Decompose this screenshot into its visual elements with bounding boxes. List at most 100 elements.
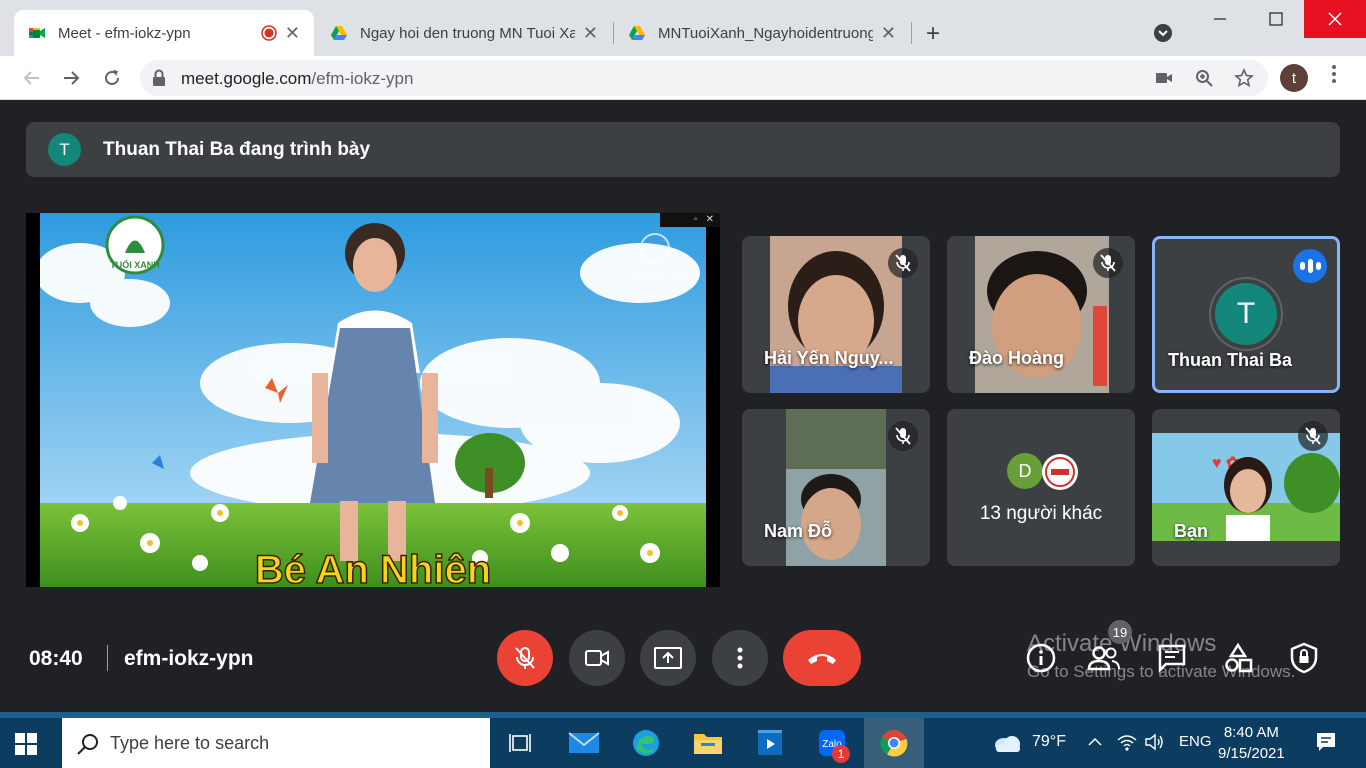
meeting-code: efm-iokz-ypn: [124, 647, 254, 670]
others-tile[interactable]: D 13 người khác: [947, 409, 1135, 566]
lock-icon[interactable]: [152, 69, 166, 87]
minimize-icon: [1214, 18, 1226, 20]
search-placeholder: Type here to search: [110, 733, 270, 753]
weather-temperature[interactable]: 79°F: [1032, 733, 1066, 751]
taskbar-clock[interactable]: 8:40 AM 9/15/2021: [1218, 722, 1285, 764]
chat-button[interactable]: [1155, 641, 1189, 675]
host-controls-button[interactable]: [1287, 641, 1321, 675]
zalo-app-button[interactable]: Zalo 1: [814, 725, 850, 763]
mic-off-icon: [1100, 254, 1116, 272]
chrome-app-button[interactable]: [864, 718, 924, 768]
mail-app-button[interactable]: [566, 725, 602, 761]
participant-tile[interactable]: Hải Yến Nguy...: [742, 236, 930, 393]
close-tab-icon[interactable]: ✕: [881, 23, 896, 44]
video-camera-icon: [585, 650, 609, 666]
close-tab-icon[interactable]: ✕: [583, 23, 598, 44]
present-button[interactable]: [640, 630, 696, 686]
participant-name: Hải Yến Nguy...: [764, 348, 894, 368]
participant-name: Bạn: [1174, 521, 1209, 541]
logo-text: TUỔI XANH: [110, 259, 160, 270]
address-bar[interactable]: meet.google.com/efm-iokz-ypn: [140, 60, 1268, 96]
task-view-icon: [509, 734, 531, 752]
more-options-button[interactable]: [712, 630, 768, 686]
tab-meet[interactable]: Meet - efm-iokz-ypn ✕: [14, 10, 314, 56]
reload-button[interactable]: [98, 64, 126, 92]
close-window-button[interactable]: [1304, 0, 1366, 38]
camera-permission-button[interactable]: [1154, 68, 1174, 88]
shapes-icon: [1225, 643, 1253, 673]
bookmark-button[interactable]: [1234, 68, 1254, 88]
participant-name: Đào Hoàng: [969, 348, 1065, 368]
google-meet-icon: [29, 28, 45, 38]
windows-taskbar: Type here to search Zalo 1 79°F ENG 8:40…: [0, 712, 1366, 768]
participant-name: Nam Đỗ: [764, 521, 833, 541]
mic-off-indicator: [888, 248, 918, 278]
meeting-time: 08:40: [29, 647, 83, 670]
participant-video: [975, 236, 1109, 393]
svg-text:K: K: [651, 241, 660, 256]
back-button[interactable]: [18, 64, 46, 92]
wifi-icon[interactable]: [1116, 732, 1138, 752]
chevron-up-icon[interactable]: [1087, 737, 1103, 747]
forward-button[interactable]: [57, 64, 85, 92]
participant-tile[interactable]: Đào Hoàng: [947, 236, 1135, 393]
chat-icon: [1158, 644, 1186, 673]
school-logo-avatar: [1042, 454, 1078, 490]
speaking-indicator: [1293, 249, 1327, 283]
weather-cloud-icon[interactable]: [992, 732, 1022, 754]
file-explorer-button[interactable]: [690, 725, 726, 761]
tab-search-icon[interactable]: [1153, 23, 1173, 43]
video-camera-icon: [1156, 73, 1172, 83]
media-app-button[interactable]: [752, 725, 788, 761]
self-tile[interactable]: ♥ ✿ Bạn: [1152, 409, 1340, 566]
info-icon: [1026, 643, 1056, 673]
notifications-icon[interactable]: [1315, 731, 1337, 753]
activities-button[interactable]: [1221, 641, 1255, 675]
browser-menu-button[interactable]: [1324, 64, 1344, 92]
maximize-button[interactable]: [1248, 0, 1304, 38]
edge-app-button[interactable]: [628, 725, 664, 761]
profile-avatar[interactable]: t: [1280, 64, 1308, 92]
input-language[interactable]: ENG: [1179, 733, 1212, 750]
taskbar-search-box[interactable]: Type here to search: [62, 718, 490, 768]
browser-tab-bar: Meet - efm-iokz-ypn ✕ Ngay hoi den truon…: [0, 0, 1366, 56]
windows-start-icon[interactable]: [14, 732, 38, 756]
microphone-button[interactable]: [497, 630, 553, 686]
participant-video: [770, 236, 902, 393]
participant-tile-active[interactable]: T Thuan Thai Ba: [1152, 236, 1340, 393]
notification-badge: 1: [832, 745, 850, 763]
minimize-button[interactable]: [1192, 0, 1248, 38]
volume-icon[interactable]: [1144, 732, 1166, 752]
shield-lock-icon: [1290, 642, 1318, 674]
participant-tile[interactable]: Nam Đỗ: [742, 409, 930, 566]
participant-name: Thuan Thai Ba: [1168, 350, 1293, 370]
new-tab-button[interactable]: +: [926, 20, 940, 48]
tab-drive-1[interactable]: Ngay hoi den truong MN Tuoi Xa ✕: [316, 10, 612, 56]
camera-button[interactable]: [569, 630, 625, 686]
task-view-button[interactable]: [502, 725, 538, 761]
presentation-video[interactable]: TUỔI XANH K KINEMASTER Bé An Nhiên ◦ ✕: [26, 213, 720, 587]
video-mini-controls[interactable]: ◦ ✕: [660, 213, 720, 227]
tab-title: Meet - efm-iokz-ypn: [58, 24, 191, 42]
google-drive-icon: [629, 26, 645, 40]
clock-time: 8:40 AM: [1223, 724, 1279, 741]
more-vert-icon: [1332, 65, 1336, 83]
browser-toolbar: meet.google.com/efm-iokz-ypn t: [0, 56, 1366, 100]
url-path: /efm-iokz-ypn: [311, 69, 414, 88]
more-vert-icon: [737, 647, 743, 669]
participant-avatar: T: [1215, 283, 1277, 345]
leave-call-button[interactable]: [783, 630, 861, 686]
close-tab-icon[interactable]: ✕: [285, 23, 300, 44]
tab-title: MNTuoiXanh_Ngayhoidentruong: [658, 24, 873, 42]
participants-button[interactable]: [1087, 641, 1121, 675]
meeting-details-button[interactable]: [1024, 641, 1058, 675]
close-icon: [1328, 12, 1342, 26]
url-text[interactable]: meet.google.com/efm-iokz-ypn: [181, 69, 413, 89]
presentation-text: Thuan Thai Ba đang trình bày: [103, 139, 371, 160]
zoom-button[interactable]: [1194, 68, 1214, 88]
video-caption: Bé An Nhiên: [255, 548, 491, 587]
mail-icon: [568, 732, 600, 753]
tab-title: Ngay hoi den truong MN Tuoi Xa: [360, 24, 575, 42]
tab-drive-2[interactable]: MNTuoiXanh_Ngayhoidentruong ✕: [614, 10, 910, 56]
clock-date: 9/15/2021: [1218, 745, 1285, 762]
